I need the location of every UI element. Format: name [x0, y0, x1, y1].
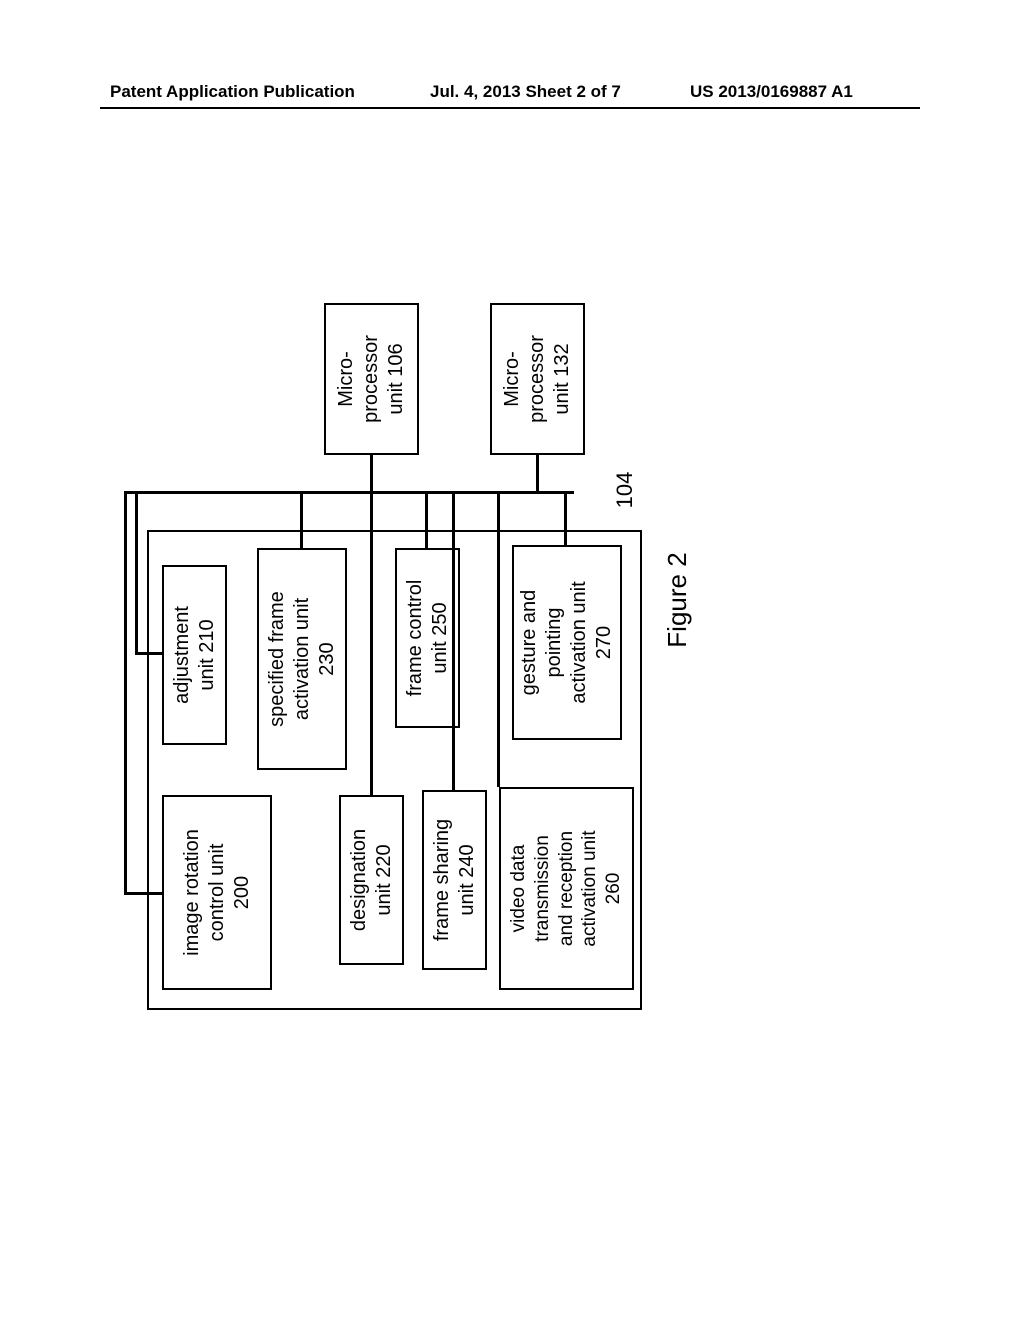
line-imgrot-up: [124, 893, 162, 896]
line-videodata: [497, 492, 500, 787]
line-to-micro106: [370, 454, 373, 494]
line-adj-up: [135, 653, 162, 656]
container-ref-label: 104: [612, 460, 638, 520]
line-adj-top: [135, 492, 138, 655]
line-designation: [370, 492, 373, 795]
block-specified-frame: specified frame activation unit 230: [257, 548, 347, 770]
block-adjustment: adjustment unit 210: [162, 565, 227, 745]
block-frame-sharing: frame sharing unit 240: [422, 790, 487, 970]
block-video-data: video data transmission and reception ac…: [499, 787, 634, 990]
block-gesture-pointing: gesture and pointing activation unit 270: [512, 545, 622, 740]
block-frame-control: frame control unit 250: [395, 548, 460, 728]
block-micro-106: Micro- processor unit 106: [324, 303, 419, 455]
header-rule: [100, 107, 920, 109]
bus-vertical: [124, 492, 574, 495]
header-left: Patent Application Publication: [110, 82, 355, 102]
line-framectrl: [425, 492, 428, 548]
line-gesture: [564, 492, 567, 545]
figure-diagram: image rotation control unit 200 designat…: [102, 190, 752, 1010]
block-designation: designation unit 220: [339, 795, 404, 965]
line-to-micro132: [536, 454, 539, 494]
header-right: US 2013/0169887 A1: [690, 82, 853, 102]
block-image-rotation: image rotation control unit 200: [162, 795, 272, 990]
line-specframe: [300, 492, 303, 548]
line-imgrot-top: [124, 492, 127, 895]
line-frameshare: [452, 492, 455, 790]
figure-label: Figure 2: [662, 520, 693, 680]
header-center: Jul. 4, 2013 Sheet 2 of 7: [430, 82, 621, 102]
block-micro-132: Micro- processor unit 132: [490, 303, 585, 455]
